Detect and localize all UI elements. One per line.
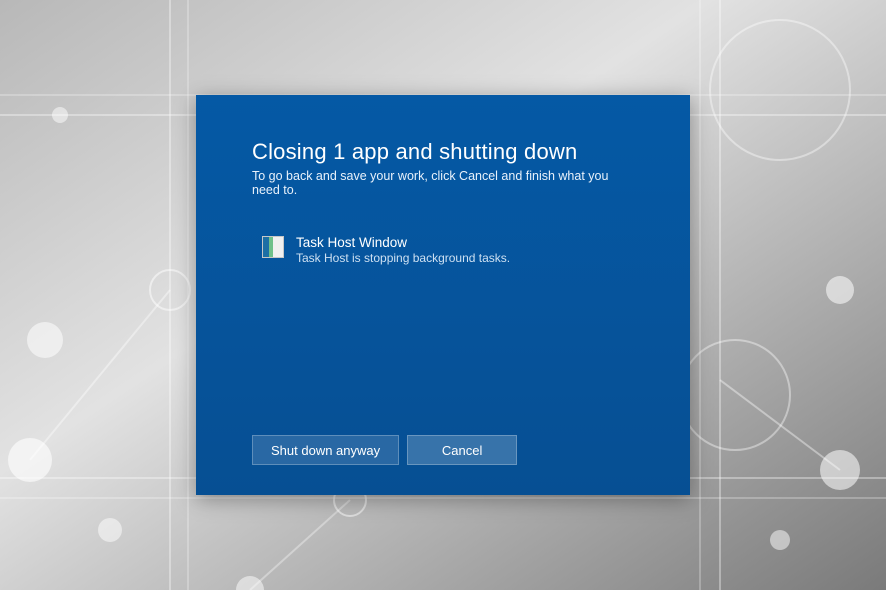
app-description: Task Host is stopping background tasks. (296, 251, 510, 265)
task-host-icon (262, 236, 284, 258)
apps-list: Task Host Window Task Host is stopping b… (252, 235, 634, 265)
app-title: Task Host Window (296, 235, 510, 250)
dialog-buttons: Shut down anyway Cancel (252, 435, 634, 465)
shut-down-anyway-button[interactable]: Shut down anyway (252, 435, 399, 465)
cancel-button[interactable]: Cancel (407, 435, 517, 465)
dialog-title: Closing 1 app and shutting down (252, 139, 634, 165)
app-text: Task Host Window Task Host is stopping b… (296, 235, 510, 265)
shutdown-dialog: Closing 1 app and shutting down To go ba… (196, 95, 690, 495)
app-item: Task Host Window Task Host is stopping b… (262, 235, 634, 265)
dialog-subtitle: To go back and save your work, click Can… (252, 169, 634, 197)
